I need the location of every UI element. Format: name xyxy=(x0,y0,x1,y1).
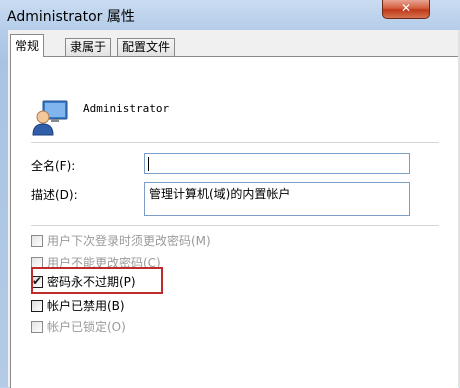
tab-label: 常规 xyxy=(15,39,40,53)
tab-general[interactable]: 常规 xyxy=(10,34,45,57)
close-button[interactable]: ✕ xyxy=(382,0,430,19)
option-label: 帐户已禁用(B) xyxy=(47,299,125,313)
checkbox[interactable] xyxy=(31,300,43,312)
title-bar[interactable]: Administrator 属性 ✕ xyxy=(0,0,460,30)
separator xyxy=(31,142,439,143)
user-icon xyxy=(32,100,68,136)
window-title: Administrator 属性 xyxy=(7,9,135,25)
option-account-locked[interactable]: 帐户已锁定(O) xyxy=(31,319,126,335)
tab-panel-general: Administrator 全名(F): 描述(D): 管理计算机(域)的内置帐… xyxy=(10,56,459,388)
description-value: 管理计算机(域)的内置帐户 xyxy=(149,187,291,201)
separator xyxy=(31,225,439,226)
fullname-field[interactable] xyxy=(144,153,410,174)
checkbox[interactable] xyxy=(31,321,43,333)
tab-profile[interactable]: 配置文件 xyxy=(117,38,176,56)
close-icon: ✕ xyxy=(400,1,412,15)
option-label: 帐户已锁定(O) xyxy=(47,320,126,334)
description-field[interactable]: 管理计算机(域)的内置帐户 xyxy=(144,182,410,216)
option-account-disabled[interactable]: 帐户已禁用(B) xyxy=(31,298,125,314)
option-label: 用户下次登录时须更改密码(M) xyxy=(47,234,211,248)
tab-member-of[interactable]: 隶属于 xyxy=(65,38,112,56)
tab-label: 隶属于 xyxy=(70,40,107,54)
dialog-window: Administrator 属性 ✕ 常规 隶属于 配置文件 Administr… xyxy=(0,0,460,388)
checkbox[interactable] xyxy=(31,235,43,247)
description-label: 描述(D): xyxy=(31,188,78,202)
highlight-annotation xyxy=(31,267,163,294)
user-name: Administrator xyxy=(83,102,170,115)
option-must-change-password[interactable]: 用户下次登录时须更改密码(M) xyxy=(31,233,211,249)
dialog-client-area: 常规 隶属于 配置文件 Administrator 全名(F): 描述(D): … xyxy=(8,30,460,388)
tab-label: 配置文件 xyxy=(122,40,171,54)
fullname-label: 全名(F): xyxy=(31,159,76,173)
text-caret xyxy=(148,157,149,171)
